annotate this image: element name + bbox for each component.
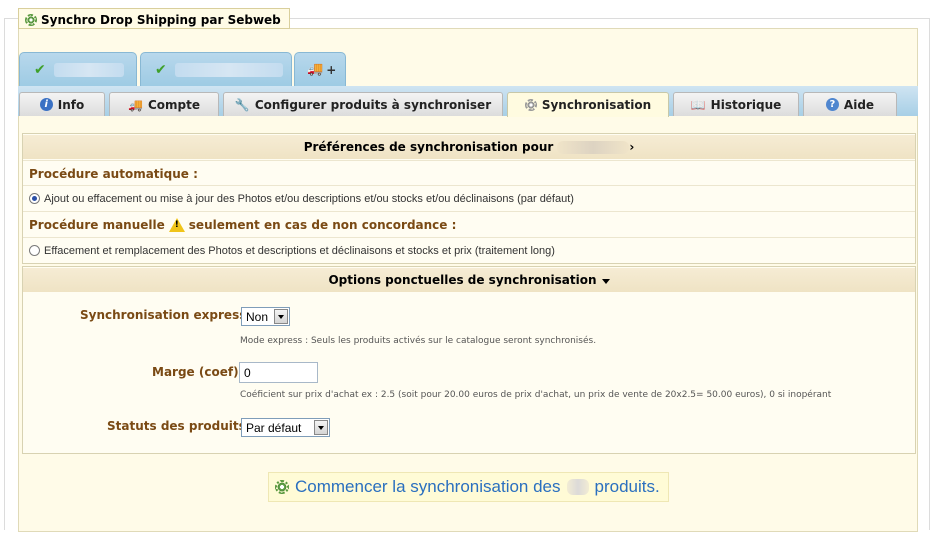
- shop-name-redacted: [557, 140, 630, 154]
- preferences-heading-text: Préférences de synchronisation pour: [303, 140, 554, 154]
- tab-configurer-label: Configurer produits à synchroniser: [254, 97, 492, 112]
- tab-compte-label: Compte: [147, 97, 200, 112]
- express-label: Synchronisation express :: [80, 308, 256, 322]
- manual-label-b: seulement en cas de non concordance :: [188, 217, 457, 232]
- auto-procedure-label: Procédure automatique :: [23, 160, 915, 186]
- tab-configurer[interactable]: 🔧 Configurer produits à synchroniser: [223, 92, 503, 116]
- check-icon: ✔: [155, 61, 167, 78]
- marge-hint: Coéficient sur prix d'achat ex : 2.5 (so…: [240, 390, 832, 400]
- shop-name-redacted: [53, 62, 124, 77]
- radio-auto[interactable]: [29, 193, 40, 204]
- module-title: Synchro Drop Shipping par Sebweb: [18, 8, 290, 29]
- wrench-icon: 🔧: [234, 97, 250, 112]
- chevron-down-icon: [601, 279, 610, 284]
- status-select[interactable]: Par défaut: [241, 418, 330, 437]
- tab-historique[interactable]: 📖 Historique: [673, 92, 799, 116]
- count-redacted: [566, 479, 589, 495]
- express-select[interactable]: Non: [241, 307, 290, 326]
- check-icon: ✔: [34, 61, 46, 78]
- manual-label-a: Procédure manuelle: [29, 217, 165, 232]
- gear-icon: [275, 480, 289, 494]
- tab-aide-label: Aide: [843, 97, 875, 112]
- auto-procedure-option[interactable]: Ajout ou effacement ou mise à jour des P…: [23, 185, 915, 211]
- book-icon: 📖: [690, 97, 706, 112]
- gear-icon: [524, 99, 537, 111]
- marge-label: Marge (coef):: [152, 365, 244, 379]
- express-select-value: Non: [246, 309, 269, 324]
- options-heading-text: Options ponctuelles de synchronisation: [328, 273, 597, 287]
- tab-historique-label: Historique: [710, 97, 782, 112]
- truck-add-icon: 🚚: [307, 62, 324, 77]
- start-sync-label-a: Commencer la synchronisation des: [295, 477, 561, 496]
- preferences-heading-suffix: ›: [629, 140, 635, 154]
- preferences-section: Préférences de synchronisation pour › Pr…: [22, 133, 916, 264]
- manual-procedure-text: Effacement et remplacement des Photos et…: [44, 244, 555, 257]
- module-title-text: Synchro Drop Shipping par Sebweb: [41, 12, 281, 27]
- start-sync-button[interactable]: Commencer la synchronisation des produit…: [268, 472, 669, 502]
- radio-manual[interactable]: [29, 245, 40, 256]
- chevron-down-icon: [314, 420, 328, 435]
- tab-info-label: Info: [57, 97, 85, 112]
- status-label: Statuts des produits :: [107, 419, 255, 433]
- tab-synchronisation-label: Synchronisation: [541, 98, 652, 112]
- shop-tab-2[interactable]: ✔: [140, 52, 292, 86]
- auto-procedure-text: Ajout ou effacement ou mise à jour des P…: [44, 192, 574, 205]
- chevron-down-icon: [274, 309, 288, 324]
- warning-icon: !: [168, 217, 185, 232]
- shop-tab-1[interactable]: ✔: [19, 52, 137, 86]
- shop-name-redacted: [174, 62, 283, 77]
- add-shop-tab[interactable]: 🚚 +: [294, 52, 346, 86]
- status-select-value: Par défaut: [246, 420, 302, 435]
- add-shop-label: +: [326, 62, 337, 77]
- gear-icon: [25, 13, 37, 26]
- options-heading[interactable]: Options ponctuelles de synchronisation: [23, 268, 915, 292]
- help-icon: ?: [825, 98, 839, 111]
- marge-input[interactable]: 0: [239, 362, 318, 383]
- info-icon: i: [39, 98, 53, 111]
- truck-icon: 🚚: [128, 97, 143, 112]
- manual-procedure-label: Procédure manuelle ! seulement en cas de…: [23, 211, 915, 237]
- tab-compte[interactable]: 🚚 Compte: [109, 92, 219, 116]
- start-sync-label-b: produits.: [594, 477, 660, 496]
- tab-aide[interactable]: ? Aide: [803, 92, 897, 116]
- manual-procedure-option[interactable]: Effacement et remplacement des Photos et…: [23, 237, 915, 263]
- tab-info[interactable]: i Info: [19, 92, 105, 116]
- tab-synchronisation[interactable]: Synchronisation: [507, 92, 669, 117]
- express-hint: Mode express : Seuls les produits activé…: [240, 336, 597, 346]
- preferences-heading: Préférences de synchronisation pour ›: [23, 135, 915, 159]
